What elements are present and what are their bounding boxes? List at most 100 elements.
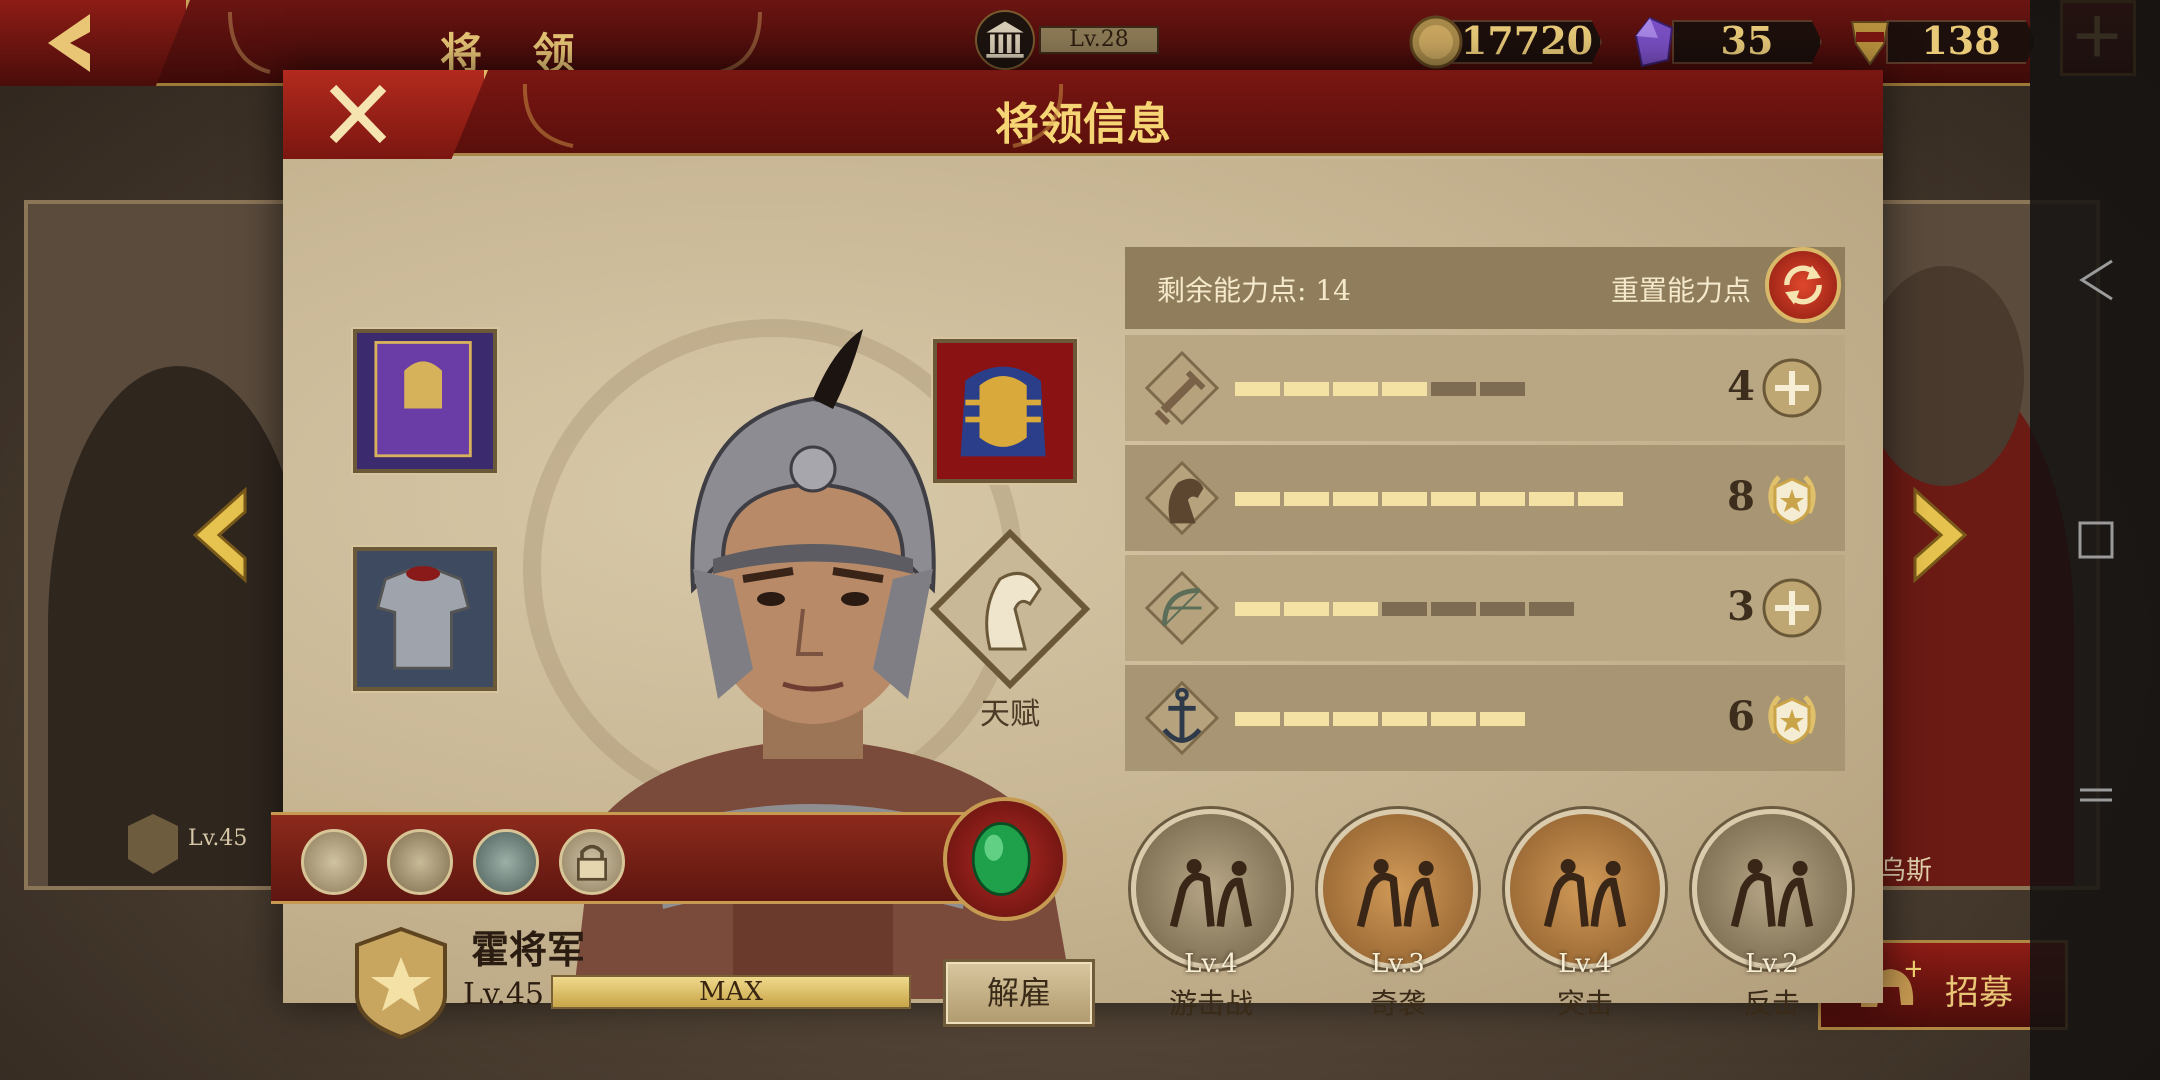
system-navigation-bar [2030, 0, 2160, 1080]
attribute-bar-segment [1480, 602, 1525, 616]
svg-text:+: + [1903, 957, 1921, 984]
skill-slot-shield-icon[interactable] [387, 829, 453, 895]
anchor-icon [1144, 680, 1220, 756]
attribute-bar-segment [1480, 382, 1525, 396]
horse-icon [1144, 460, 1220, 536]
ability-4-icon[interactable] [1692, 809, 1852, 969]
dialog-header: 将领信息 [283, 70, 1883, 156]
attribute-row: 3 [1125, 555, 1845, 661]
skill-slot-mount-icon[interactable] [301, 829, 367, 895]
general-info-dialog: 将领信息 天赋 霍将军 Lv.45 MAX 解雇 剩余能力点: 14 重置能力点… [271, 70, 1883, 1040]
background-card-level: Lv.45 [188, 826, 248, 851]
prev-general-arrow-icon[interactable] [185, 480, 255, 590]
background-general-name: 乌斯 [1880, 856, 1933, 886]
bow-icon [1144, 570, 1220, 646]
experience-bar: MAX [551, 975, 911, 1009]
pharaoh-mask-icon [960, 366, 1046, 457]
system-home-icon[interactable] [2074, 515, 2118, 565]
talent-horse-icon[interactable] [930, 529, 1090, 689]
reset-points-button[interactable] [1765, 247, 1841, 323]
attribute-bar-segment [1431, 492, 1476, 506]
next-general-arrow-icon[interactable] [1905, 480, 1975, 590]
dismiss-label: 解雇 [986, 974, 1051, 1012]
emerald-gem-slot-icon[interactable] [943, 797, 1067, 921]
castle-level[interactable]: Lv.28 [975, 10, 1187, 70]
ability-name: 突击 [1556, 987, 1613, 1020]
dismiss-button[interactable]: 解雇 [943, 959, 1095, 1027]
skill-slot-compass-icon[interactable] [473, 829, 539, 895]
back-button[interactable] [0, 0, 190, 86]
general-level: Lv.45 [463, 977, 545, 1012]
sword-icon [1144, 350, 1220, 426]
laurel-decoration-icon [1012, 83, 1064, 148]
gold-value: 17720 [1460, 18, 1594, 63]
attribute-bar-segment [1382, 492, 1427, 506]
attribute-bar-segment [1333, 602, 1378, 616]
attribute-bar-segment [1431, 712, 1476, 726]
rank-star-badge-icon [355, 926, 447, 1040]
attribute-bar-segment [1333, 712, 1378, 726]
ability-level: Lv.4 [1558, 949, 1612, 979]
attribute-bar-segment [1284, 492, 1329, 506]
honor-resource[interactable]: 138 [1842, 14, 2042, 70]
ability-name: 奇袭 [1369, 987, 1426, 1020]
attribute-bar-segment [1431, 382, 1476, 396]
remaining-points: 剩余能力点: 14 [1157, 269, 1351, 309]
ability-2-icon[interactable] [1318, 809, 1478, 969]
attribute-bar-segment [1382, 602, 1427, 616]
attribute-value: 8 [1727, 473, 1755, 520]
attribute-bar-segment [1284, 712, 1329, 726]
ability-level: Lv.3 [1371, 949, 1425, 979]
gem-resource[interactable]: 35 [1628, 14, 1828, 70]
experience-label: MAX [699, 977, 763, 1007]
close-icon [329, 84, 387, 144]
attribute-bar-segment [1480, 492, 1525, 506]
gem-value: 35 [1720, 18, 1774, 63]
attribute-row: 6 [1125, 665, 1845, 771]
dialog-body: 天赋 霍将军 Lv.45 MAX 解雇 剩余能力点: 14 重置能力点 4 8 … [271, 159, 1883, 1040]
attribute-bar-segment [1235, 492, 1280, 506]
laurel-decoration-icon [228, 11, 271, 74]
attribute-row: 8 [1125, 445, 1845, 551]
chainmail-armor-icon [376, 566, 471, 670]
attribute-bar-segment [1382, 712, 1427, 726]
ability-level: Lv.2 [1745, 949, 1799, 979]
skill-slots-bar [271, 812, 1041, 904]
system-recents-icon[interactable] [2074, 770, 2118, 820]
gold-resource[interactable]: 17720 [1408, 14, 1608, 70]
ability-1-icon[interactable] [1131, 809, 1291, 969]
attribute-bar-segment [1333, 382, 1378, 396]
game-screen: Lv.45 乌斯 + 招募 将 领 Lv.28 17720 35 138 将领信… [0, 0, 2160, 1080]
max-level-laurel-icon [1768, 475, 1816, 525]
system-back-icon[interactable] [2074, 255, 2118, 305]
add-point-button[interactable] [1761, 577, 1823, 639]
honor-value: 138 [1921, 18, 2001, 63]
back-arrow-icon [48, 14, 90, 72]
attribute-bar-segment [1431, 602, 1476, 616]
legion-banner-icon [374, 341, 472, 458]
remaining-points-value: 14 [1315, 274, 1351, 307]
add-point-button[interactable] [1761, 357, 1823, 419]
attribute-bar-segment [1235, 712, 1280, 726]
ability-name: 反击 [1743, 987, 1800, 1020]
background-general-card-left[interactable]: Lv.45 [24, 200, 324, 890]
attribute-value: 6 [1727, 693, 1755, 740]
attribute-value: 3 [1727, 583, 1755, 630]
attribute-bar-segment [1578, 492, 1623, 506]
recruit-label: 招募 [1945, 973, 2013, 1013]
equipment-slot-banner[interactable] [353, 329, 497, 473]
equipment-slot-treasure[interactable] [933, 339, 1077, 483]
attribute-bar-segment [1235, 602, 1280, 616]
attribute-bar-segment [1333, 492, 1378, 506]
attribute-bar-segment [1529, 492, 1574, 506]
ability-points-row: 剩余能力点: 14 重置能力点 [1125, 247, 1845, 329]
ability-level: Lv.4 [1184, 949, 1238, 979]
attribute-bar-segment [1284, 602, 1329, 616]
temple-icon [975, 10, 1035, 70]
skill-slot-locked-icon[interactable] [559, 829, 625, 895]
ability-3-icon[interactable] [1505, 809, 1665, 969]
equipment-slot-armor[interactable] [353, 547, 497, 691]
attribute-row: 4 [1125, 335, 1845, 441]
max-level-laurel-icon [1768, 695, 1816, 745]
talent-label: 天赋 [980, 697, 1040, 732]
